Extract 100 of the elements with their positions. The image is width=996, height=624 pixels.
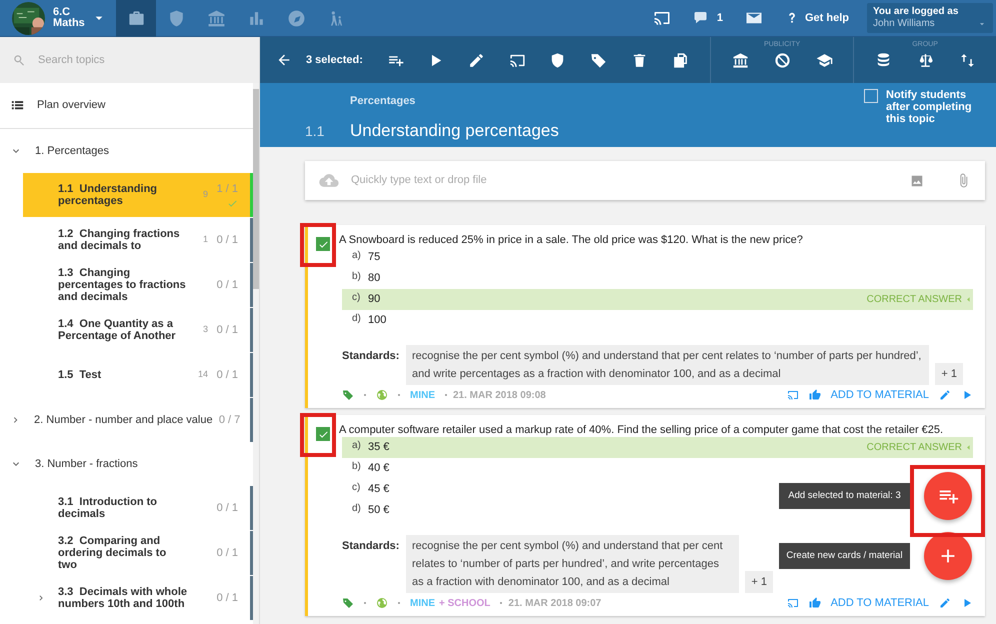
subtopic-title: 3.1 Introduction to decimals [58, 496, 158, 520]
checkbox[interactable] [864, 89, 878, 103]
subtopic-title: 3.2 Comparing and ordering decimals to two [58, 535, 168, 571]
user-menu[interactable]: You are logged as John Williams [867, 3, 993, 33]
edit-icon[interactable] [939, 389, 951, 401]
owner-tag: MINE [410, 596, 435, 610]
checkbox[interactable] [316, 427, 330, 441]
globe-icon [376, 597, 388, 609]
topic-row[interactable]: 2. Number - number and place value 0 / 7 [0, 398, 253, 442]
option-letter: b) [352, 270, 362, 284]
card-count: 9 [202, 188, 208, 202]
user-name: John Williams [873, 18, 935, 30]
owner-tag: + SCHOOL [439, 596, 490, 610]
search-bar[interactable]: Search topics [0, 37, 259, 83]
topic-heading: Understanding percentages [350, 120, 559, 142]
back-button[interactable] [276, 52, 292, 68]
edit-icon [468, 52, 486, 68]
more-standards-tag[interactable]: + 1 [935, 363, 963, 385]
date-label: 21. MAR 2018 09:07 [508, 596, 602, 610]
checkbox[interactable] [316, 237, 330, 251]
progress-count: 0 / 1 [216, 590, 238, 606]
message-count: 1 [716, 10, 723, 26]
messages-button[interactable]: 1 [692, 9, 723, 27]
cast-icon[interactable] [786, 597, 799, 609]
bank-icon [206, 9, 226, 28]
globe-icon [376, 389, 388, 401]
compass-icon [286, 9, 306, 28]
topic-row[interactable]: 1. Percentages [0, 129, 253, 173]
edit-icon[interactable] [939, 597, 951, 609]
option-text: 40 € [368, 461, 390, 476]
copy-icon [672, 52, 689, 68]
progress-count: 0 / 1 [216, 232, 238, 248]
subtopic-item[interactable]: 1.5 Test 14 0 / 1 [23, 353, 253, 397]
tag-icon [342, 389, 354, 401]
option-letter: b) [352, 460, 362, 474]
progress-count: 0 / 1 [216, 278, 238, 293]
search-icon [12, 53, 26, 67]
subtopic-title: 1.1 Understanding percentages [58, 183, 158, 207]
subtopic-item[interactable]: 1.2 Changing fractions and decimals to 1 0 / 1 [23, 218, 253, 262]
option-text: 100 [368, 313, 386, 328]
option-text: 50 € [368, 503, 390, 518]
class-name: 6.C [53, 7, 72, 18]
question-text: A computer software retailer used a markup rate of 40%. Find the selling price of a computer game that cost the retailer €25. [339, 423, 944, 437]
progress-count: 0 / 1 [216, 546, 238, 561]
subtopic-title: 1.5 Test [58, 369, 102, 381]
option-text: 35 € [368, 440, 390, 456]
standards-label: Standards: [342, 349, 400, 364]
search-field[interactable]: Search topics [38, 52, 259, 68]
sort-icon [958, 52, 976, 68]
option-letter: a) [352, 439, 362, 453]
image-icon[interactable] [910, 174, 924, 188]
subtopic-title: 3.3 Decimals with whole numbers 10th and 100th [58, 586, 188, 610]
back-arrow-icon [276, 52, 292, 68]
section-label: Percentages [350, 94, 416, 109]
tooltip: Create new cards / material [779, 543, 910, 569]
standards-label: Standards: [342, 539, 400, 554]
thumbs-up-icon[interactable] [808, 389, 821, 401]
progress-count: 0 / 1 [216, 368, 238, 383]
subtopic-item[interactable]: 1.3 Changing percentages to fractions and decimals 0 / 1 [23, 263, 253, 307]
subtopic-item[interactable]: 1.4 One Quantity as a Percentage of Another 3 0 / 1 [23, 308, 253, 352]
card-count: 3 [202, 323, 208, 336]
subtopic-item[interactable]: 3.1 Introduction to decimals 0 / 1 [23, 486, 253, 530]
option-text: 45 € [368, 482, 390, 498]
option-text: 80 [368, 271, 380, 286]
option-letter: d) [352, 312, 362, 326]
standard-tag: recognise the per cent symbol (%) and understand that per cent relates to ‘number of parts per hundred’, and write percentages as a fraction with denominator 100, and as a decimal [406, 535, 740, 593]
briefcase-icon [126, 9, 146, 28]
date-label: 21. MAR 2018 09:08 [453, 388, 546, 402]
progress-count: 0 / 1 [216, 322, 238, 338]
subtopic-item[interactable]: 3.3 Decimals with whole numbers 10th and 100th 0 / 1 [23, 576, 253, 620]
quick-input-field[interactable]: Quickly type text or drop file [351, 172, 898, 189]
subtopic-item[interactable]: 3.2 Comparing and ordering decimals to two 0 / 1 [23, 531, 253, 575]
cast-icon[interactable] [786, 389, 799, 401]
graduation-cap-icon [816, 52, 833, 68]
cast-icon[interactable] [652, 9, 671, 27]
selection-count: 3 selected: [306, 52, 363, 68]
correct-answer-label: CORRECT ANSWER [866, 293, 962, 307]
tag-icon [590, 52, 608, 68]
option-letter: c) [352, 291, 362, 305]
topic-title: 1. Percentages [35, 144, 109, 159]
standard-tag: recognise the per cent symbol (%) and understand that per cent relates to ‘number of parts per hundred’, and write percentages as a fraction with denominator 100, and as a decimal [406, 345, 930, 385]
subtopic-title: 1.4 One Quantity as a Percentage of Another [58, 318, 177, 342]
plan-overview-label: Plan overview [37, 98, 106, 114]
subtopic-item[interactable]: 1.1 Understanding percentages 9 1 / 1 [23, 173, 253, 217]
topic-title: 3. Number - fractions [35, 456, 138, 472]
progress-count: 0 / 1 [216, 500, 238, 516]
progress-count: 1 / 1 [216, 182, 238, 198]
quick-input-card[interactable]: Quickly type text or drop file [305, 161, 985, 200]
topic-row[interactable]: 3. Number - fractions [0, 442, 253, 486]
option-text: 75 [368, 250, 380, 266]
thumbs-up-icon[interactable] [808, 597, 821, 609]
nav-tab[interactable] [116, 0, 156, 37]
help-button[interactable]: Get help [784, 10, 849, 26]
card-count: 1 [202, 233, 208, 246]
highlight-frame [300, 413, 336, 457]
more-standards-tag[interactable]: + 1 [745, 571, 773, 593]
scrollbar[interactable] [253, 83, 259, 624]
subtopic-title: 1.3 Changing percentages to fractions and decimals [58, 267, 187, 303]
card-count: 14 [198, 368, 208, 382]
option-letter: d) [352, 502, 362, 516]
